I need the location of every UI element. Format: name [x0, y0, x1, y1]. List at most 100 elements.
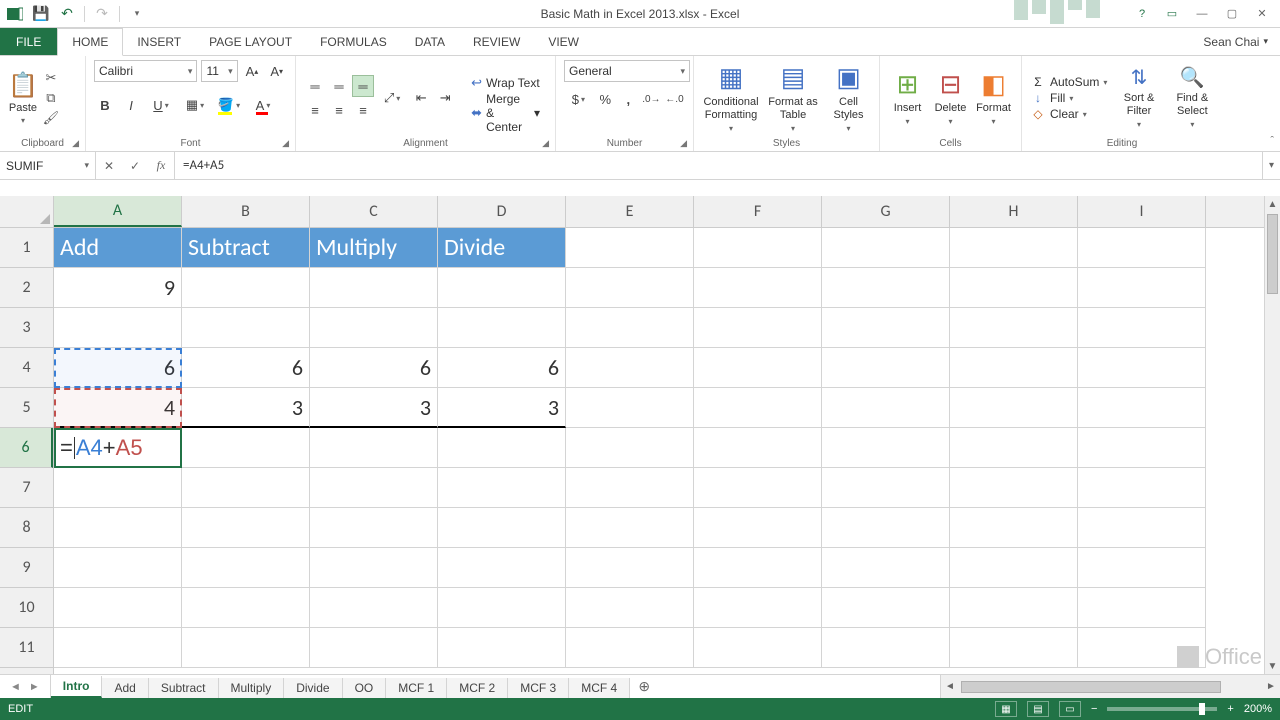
- align-middle-icon[interactable]: ═: [328, 75, 350, 97]
- tab-view[interactable]: VIEW: [534, 28, 593, 55]
- sheet-tab-mcf-3[interactable]: MCF 3: [508, 678, 569, 698]
- cell-g11[interactable]: [822, 628, 950, 668]
- cell-i3[interactable]: [1078, 308, 1206, 348]
- cell-d10[interactable]: [438, 588, 566, 628]
- cell-g7[interactable]: [822, 468, 950, 508]
- cell-f11[interactable]: [694, 628, 822, 668]
- cell-d8[interactable]: [438, 508, 566, 548]
- font-color-button[interactable]: A▾: [248, 94, 278, 116]
- cell-d6[interactable]: [438, 428, 566, 468]
- enter-formula-icon[interactable]: ✓: [122, 159, 148, 173]
- cell-c10[interactable]: [310, 588, 438, 628]
- format-as-table-button[interactable]: ▤Format as Table▾: [764, 62, 822, 133]
- cell-g3[interactable]: [822, 308, 950, 348]
- undo-icon[interactable]: ↶: [58, 5, 76, 23]
- cell-c7[interactable]: [310, 468, 438, 508]
- column-header-f[interactable]: F: [694, 196, 822, 227]
- cell-c5[interactable]: 3: [310, 388, 438, 428]
- cancel-formula-icon[interactable]: ✕: [96, 159, 122, 173]
- cell-d4[interactable]: 6: [438, 348, 566, 388]
- cell-a1[interactable]: Add: [54, 228, 182, 268]
- font-name-combo[interactable]: Calibri▾: [94, 60, 197, 82]
- cell-g1[interactable]: [822, 228, 950, 268]
- cell-e4[interactable]: [566, 348, 694, 388]
- cell-c2[interactable]: [310, 268, 438, 308]
- sort-filter-button[interactable]: ⇅Sort & Filter▾: [1117, 66, 1160, 130]
- row-header-7[interactable]: 7: [0, 468, 53, 508]
- insert-function-icon[interactable]: fx: [148, 158, 174, 173]
- bold-button[interactable]: B: [94, 94, 116, 116]
- cell-e8[interactable]: [566, 508, 694, 548]
- cell-h9[interactable]: [950, 548, 1078, 588]
- row-header-2[interactable]: 2: [0, 268, 53, 308]
- sheet-tab-oo[interactable]: OO: [343, 678, 387, 698]
- horizontal-scrollbar[interactable]: ◄ ►: [940, 675, 1280, 698]
- tab-page-layout[interactable]: PAGE LAYOUT: [195, 28, 306, 55]
- cell-e7[interactable]: [566, 468, 694, 508]
- cell-a2[interactable]: 9: [54, 268, 182, 308]
- sheet-tab-mcf-2[interactable]: MCF 2: [447, 678, 508, 698]
- percent-format-icon[interactable]: %: [595, 88, 616, 110]
- hscroll-left-icon[interactable]: ◄: [941, 681, 959, 692]
- select-all-corner[interactable]: [0, 196, 54, 228]
- cell-d3[interactable]: [438, 308, 566, 348]
- cell-b8[interactable]: [182, 508, 310, 548]
- cell-c6[interactable]: [310, 428, 438, 468]
- cell-b4[interactable]: 6: [182, 348, 310, 388]
- cell-a3[interactable]: [54, 308, 182, 348]
- cell-a4[interactable]: 6: [54, 348, 182, 388]
- cell-i2[interactable]: [1078, 268, 1206, 308]
- cell-f1[interactable]: [694, 228, 822, 268]
- accounting-format-icon[interactable]: $▾: [564, 88, 593, 110]
- cell-g10[interactable]: [822, 588, 950, 628]
- cell-i4[interactable]: [1078, 348, 1206, 388]
- paste-button[interactable]: 📋 Paste ▾: [8, 71, 38, 125]
- cell-h6[interactable]: [950, 428, 1078, 468]
- tab-insert[interactable]: INSERT: [123, 28, 195, 55]
- row-header-5[interactable]: 5: [0, 388, 53, 428]
- minimize-icon[interactable]: —: [1188, 4, 1216, 24]
- cell-i6[interactable]: [1078, 428, 1206, 468]
- find-select-button[interactable]: 🔍Find & Select▾: [1171, 66, 1214, 130]
- cell-i8[interactable]: [1078, 508, 1206, 548]
- column-header-e[interactable]: E: [566, 196, 694, 227]
- font-size-combo[interactable]: 11▾: [201, 60, 237, 82]
- tab-formulas[interactable]: FORMULAS: [306, 28, 401, 55]
- cell-e9[interactable]: [566, 548, 694, 588]
- format-painter-icon[interactable]: 🖌: [42, 110, 60, 126]
- page-break-view-icon[interactable]: ▭: [1059, 701, 1081, 717]
- zoom-in-icon[interactable]: +: [1227, 703, 1233, 715]
- cell-f8[interactable]: [694, 508, 822, 548]
- clear-button[interactable]: ◇Clear ▾: [1030, 107, 1107, 121]
- page-layout-view-icon[interactable]: ▤: [1027, 701, 1049, 717]
- tab-home[interactable]: HOME: [57, 28, 123, 56]
- clipboard-dialog-icon[interactable]: ◢: [72, 138, 79, 149]
- cell-f5[interactable]: [694, 388, 822, 428]
- alignment-dialog-icon[interactable]: ◢: [542, 138, 549, 149]
- cell-h4[interactable]: [950, 348, 1078, 388]
- row-header-3[interactable]: 3: [0, 308, 53, 348]
- cell-a8[interactable]: [54, 508, 182, 548]
- tab-file[interactable]: FILE: [0, 28, 57, 55]
- zoom-level[interactable]: 200%: [1244, 703, 1272, 715]
- increase-decimal-icon[interactable]: .0→: [641, 88, 662, 110]
- cell-g8[interactable]: [822, 508, 950, 548]
- number-format-combo[interactable]: General▾: [564, 60, 690, 82]
- sheet-nav-prev-icon[interactable]: ◄: [10, 681, 21, 693]
- formula-input[interactable]: =A4+A5: [175, 152, 1262, 179]
- zoom-out-icon[interactable]: −: [1091, 703, 1097, 715]
- decrease-indent-icon[interactable]: ⇤: [410, 87, 432, 109]
- cut-icon[interactable]: ✂: [42, 70, 60, 86]
- cell-a7[interactable]: [54, 468, 182, 508]
- row-header-6[interactable]: 6: [0, 428, 53, 468]
- fill-color-button[interactable]: 🪣▾: [214, 94, 244, 116]
- name-box[interactable]: SUMIF▾: [0, 152, 96, 179]
- cell-b10[interactable]: [182, 588, 310, 628]
- cell-g4[interactable]: [822, 348, 950, 388]
- column-header-d[interactable]: D: [438, 196, 566, 227]
- italic-button[interactable]: I: [120, 94, 142, 116]
- column-header-g[interactable]: G: [822, 196, 950, 227]
- column-header-h[interactable]: H: [950, 196, 1078, 227]
- cell-b7[interactable]: [182, 468, 310, 508]
- sheet-tab-multiply[interactable]: Multiply: [219, 678, 285, 698]
